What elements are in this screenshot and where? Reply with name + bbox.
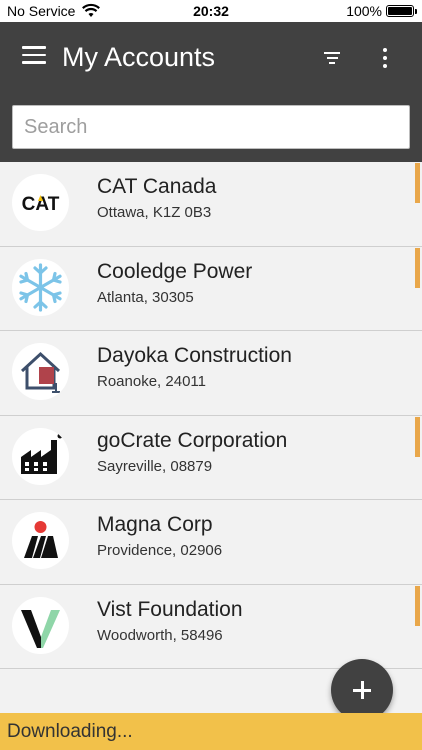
account-location: Atlanta, 30305 bbox=[97, 288, 194, 306]
account-location: Ottawa, K1Z 0B3 bbox=[97, 204, 212, 221]
search-input[interactable] bbox=[12, 105, 410, 149]
cat-logo-icon: CAT bbox=[12, 174, 69, 231]
account-location: Providence, 02906 bbox=[97, 542, 223, 559]
snowflake-logo-icon bbox=[12, 258, 69, 316]
account-name: Magna Corp bbox=[97, 513, 213, 536]
account-row-cooledge-power[interactable]: Cooledge Power Atlanta, 30305 bbox=[0, 246, 422, 331]
account-row-dayoka-construction[interactable]: Dayoka Construction Roanoke, 24011 bbox=[0, 331, 422, 416]
battery-percentage: 100% bbox=[346, 3, 382, 19]
account-location: Sayreville, 08879 bbox=[97, 457, 213, 475]
account-list: CAT CAT Canada Ottawa, K1Z 0B3 Cooledge … bbox=[0, 162, 422, 669]
download-status-bar: Downloading... bbox=[0, 713, 422, 750]
status-bar: No Service 20:32 100% bbox=[0, 0, 422, 22]
account-row-magna-corp[interactable]: Magna Corp Providence, 02906 bbox=[0, 500, 422, 585]
hamburger-menu-icon[interactable] bbox=[22, 46, 46, 66]
flag-marker bbox=[415, 247, 420, 288]
account-name: goCrate Corporation bbox=[97, 428, 288, 452]
filter-icon[interactable] bbox=[322, 52, 342, 68]
app-bar: My Accounts bbox=[0, 22, 422, 162]
vist-logo-icon bbox=[12, 596, 69, 654]
flag-marker bbox=[415, 416, 420, 457]
account-name: Cooledge Power bbox=[97, 259, 253, 283]
more-vert-icon[interactable] bbox=[378, 48, 392, 72]
flag-marker bbox=[415, 585, 420, 626]
account-row-vist-foundation[interactable]: Vist Foundation Woodworth, 58496 bbox=[0, 584, 422, 669]
battery-icon bbox=[386, 5, 417, 17]
account-location: Roanoke, 24011 bbox=[97, 373, 206, 390]
add-account-button[interactable] bbox=[331, 659, 393, 721]
page-title: My Accounts bbox=[62, 42, 216, 72]
account-row-cat-canada[interactable]: CAT CAT Canada Ottawa, K1Z 0B3 bbox=[0, 162, 422, 247]
account-row-gocrate-corporation[interactable]: goCrate Corporation Sayreville, 08879 bbox=[0, 415, 422, 500]
flag-marker bbox=[415, 163, 420, 203]
house-logo-icon bbox=[12, 343, 69, 400]
account-name: CAT Canada bbox=[97, 175, 217, 198]
account-location: Woodworth, 58496 bbox=[97, 626, 223, 644]
account-name: Vist Foundation bbox=[97, 597, 243, 621]
account-name: Dayoka Construction bbox=[97, 344, 292, 367]
download-status-text: Downloading... bbox=[7, 721, 133, 742]
factory-logo-icon bbox=[12, 427, 69, 485]
magna-logo-icon bbox=[12, 512, 69, 569]
